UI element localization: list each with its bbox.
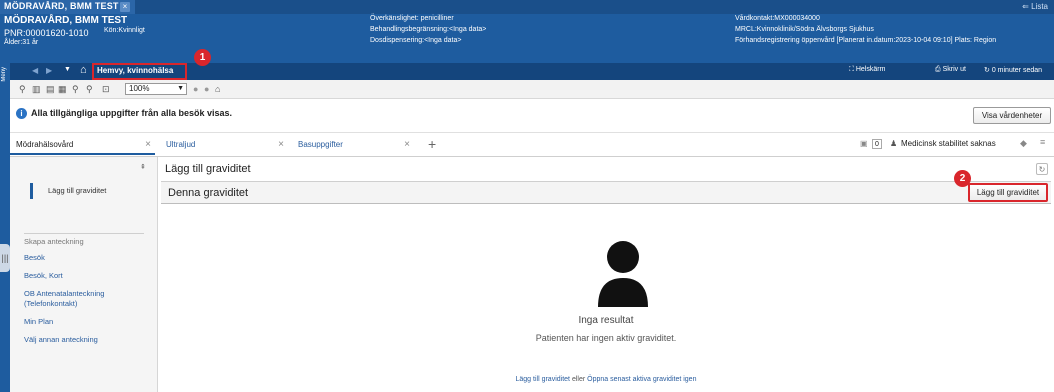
back-icon[interactable]: ◀: [32, 66, 38, 75]
image-icon[interactable]: ▣: [860, 139, 868, 148]
close-icon[interactable]: ×: [404, 139, 410, 150]
tag-icon[interactable]: ◆: [1020, 138, 1027, 149]
add-pregnancy-link[interactable]: Lägg till graviditet: [48, 186, 106, 195]
empty-message: Patienten har ingen aktiv graviditet.: [535, 333, 677, 343]
print-icon[interactable]: ▤: [46, 84, 55, 94]
empty-title: Inga resultat: [578, 315, 634, 326]
contact-id: Vårdkontakt:MX000034000: [735, 15, 820, 22]
add-pregnancy-text-link[interactable]: Lägg till graviditet: [516, 376, 570, 383]
close-icon[interactable]: ×: [278, 139, 284, 150]
zoom-out-icon[interactable]: ⚲: [86, 84, 93, 94]
refresh-label: 0 minuter sedan: [991, 67, 1043, 74]
refresh-icon[interactable]: ↻: [1036, 163, 1048, 175]
annotation-badge-1: 1: [194, 49, 211, 66]
patient-sex: Kön:Kvinnligt: [104, 27, 145, 34]
medical-stability-status[interactable]: Medicinsk stabilitet saknas: [901, 139, 996, 148]
fullscreen-button[interactable]: ⛶ Helskärm: [849, 66, 885, 74]
content-tabs: Mödrahälsovård × Ultraljud × Basuppgifte…: [10, 133, 1054, 157]
tab-basuppgifter[interactable]: Basuppgifter ×: [292, 137, 414, 155]
printer-icon: ⎙: [935, 66, 941, 73]
fullscreen-label: Helskärm: [855, 66, 886, 73]
print-label: Skriv ut: [942, 66, 966, 73]
zoom-in-icon[interactable]: ⚲: [72, 84, 79, 94]
show-care-units-button[interactable]: Visa vårdenheter: [973, 107, 1051, 124]
note-ob-antenatal[interactable]: OB Antenatalanteckning: [24, 289, 104, 298]
pregnancy-section-header: Denna graviditet: [161, 181, 1051, 204]
create-note-header: Skapa anteckning: [24, 237, 84, 246]
main-title: Lägg till graviditet: [165, 163, 251, 175]
note-besok[interactable]: Besök: [24, 253, 45, 262]
layout-icon[interactable]: ▥: [32, 84, 41, 94]
contact-unit: MRCL:Kvinnoklinik/Södra Älvsborgs Sjukhu…: [735, 26, 874, 33]
menu-strip[interactable]: [0, 63, 10, 392]
empty-actions: Lägg till graviditet eller Öppna senast …: [158, 376, 1054, 383]
tab-modrahalsovard[interactable]: Mödrahälsovård ×: [10, 137, 155, 155]
tab-label: Basuppgifter: [298, 140, 343, 149]
patient-header: MÖDRAVÅRD, BMM TEST PNR:00001620-1010 Kö…: [0, 14, 1054, 63]
note-choose-other[interactable]: Välj annan anteckning: [24, 335, 98, 344]
close-icon[interactable]: ×: [145, 139, 151, 150]
patient-age: Ålder:31 år: [4, 39, 39, 46]
add-pregnancy-button[interactable]: Lägg till graviditet: [968, 183, 1048, 202]
app-tab-bar: MÖDRAVÅRD, BMM TEST × ⇐ Lista: [0, 0, 1054, 14]
lista-link[interactable]: ⇐ Lista: [1022, 2, 1048, 11]
add-tab-button[interactable]: +: [428, 136, 436, 152]
print-button[interactable]: ⎙ Skriv ut: [935, 66, 966, 74]
print-preview-icon[interactable]: ▦: [58, 84, 67, 94]
note-ob-antenatal-sub[interactable]: (Telefonkontakt): [24, 299, 77, 308]
zoom-value: 100%: [129, 84, 150, 93]
pin-icon[interactable]: ⇞: [140, 163, 146, 171]
patient-tab[interactable]: MÖDRAVÅRD, BMM TEST ×: [0, 0, 135, 14]
dose-dispensing[interactable]: Dosdispensering:<Inga data>: [370, 37, 461, 44]
note-besok-kort[interactable]: Besök, Kort: [24, 271, 63, 280]
patient-pnr: PNR:00001620-1010: [4, 28, 89, 38]
refresh-status[interactable]: ↻ 0 minuter sedan: [984, 66, 1042, 74]
home-view-highlight: [92, 63, 187, 80]
more-menu-icon[interactable]: ≡: [1040, 137, 1045, 147]
circle-icon[interactable]: ●: [193, 84, 198, 94]
tab-label: Mödrahälsovård: [16, 140, 74, 149]
info-bar: i Alla tillgängliga uppgifter från alla …: [10, 99, 1054, 133]
zoom-select[interactable]: 100% ▼: [125, 83, 187, 95]
chevron-down-icon[interactable]: ▼: [64, 66, 71, 73]
patient-tab-title: MÖDRAVÅRD, BMM TEST: [4, 1, 119, 11]
circle-icon-2[interactable]: ●: [204, 84, 209, 94]
chevron-down-icon: ▼: [177, 85, 184, 92]
divider: [24, 233, 144, 234]
tab-label: Ultraljud: [166, 140, 196, 149]
treatment-restriction[interactable]: Behandlingsbegränsning:<Inga data>: [370, 26, 486, 33]
fullscreen-icon: ⛶: [849, 66, 854, 73]
contact-registration: Förhandsregistrering öppenvård [Planerat…: [735, 37, 997, 44]
toolbar: ⚲ ▥ ▤ ▦ ⚲ ⚲ ⊡ 100% ▼ ● ● ⌂: [10, 80, 1054, 99]
info-message: Alla tillgängliga uppgifter från alla be…: [31, 108, 233, 118]
person-placeholder-icon: [598, 241, 648, 307]
menu-label[interactable]: Meny: [1, 67, 7, 82]
binoculars-icon[interactable]: ⚲: [19, 84, 26, 94]
count-badge: 0: [872, 139, 882, 149]
hypersensitivity-alert[interactable]: Överkänslighet: penicilliner: [370, 15, 454, 22]
refresh-icon: ↻: [984, 67, 990, 74]
info-icon: i: [16, 108, 27, 119]
active-indicator: [30, 183, 33, 199]
close-tab-icon[interactable]: ×: [120, 2, 130, 12]
link-separator: eller: [571, 376, 586, 383]
erase-icon[interactable]: ⌂: [215, 84, 220, 94]
patient-name: MÖDRAVÅRD, BMM TEST: [4, 15, 128, 26]
section-title: Denna graviditet: [168, 187, 249, 199]
annotation-badge-2: 2: [954, 170, 971, 187]
person-icon: ♟: [890, 139, 898, 148]
panel-handle[interactable]: |||: [0, 244, 10, 272]
left-panel: ⇞ Lägg till graviditet Skapa anteckning …: [10, 157, 158, 392]
reopen-pregnancy-link[interactable]: Öppna senast aktiva graviditet igen: [587, 376, 696, 383]
tab-ultraljud[interactable]: Ultraljud ×: [160, 137, 288, 155]
fit-icon[interactable]: ⊡: [102, 84, 110, 94]
note-min-plan[interactable]: Min Plan: [24, 317, 53, 326]
main-content: Lägg till graviditet ↻ Denna graviditet …: [158, 157, 1054, 392]
home-icon[interactable]: ⌂: [80, 64, 87, 76]
forward-icon[interactable]: ▶: [46, 66, 52, 75]
